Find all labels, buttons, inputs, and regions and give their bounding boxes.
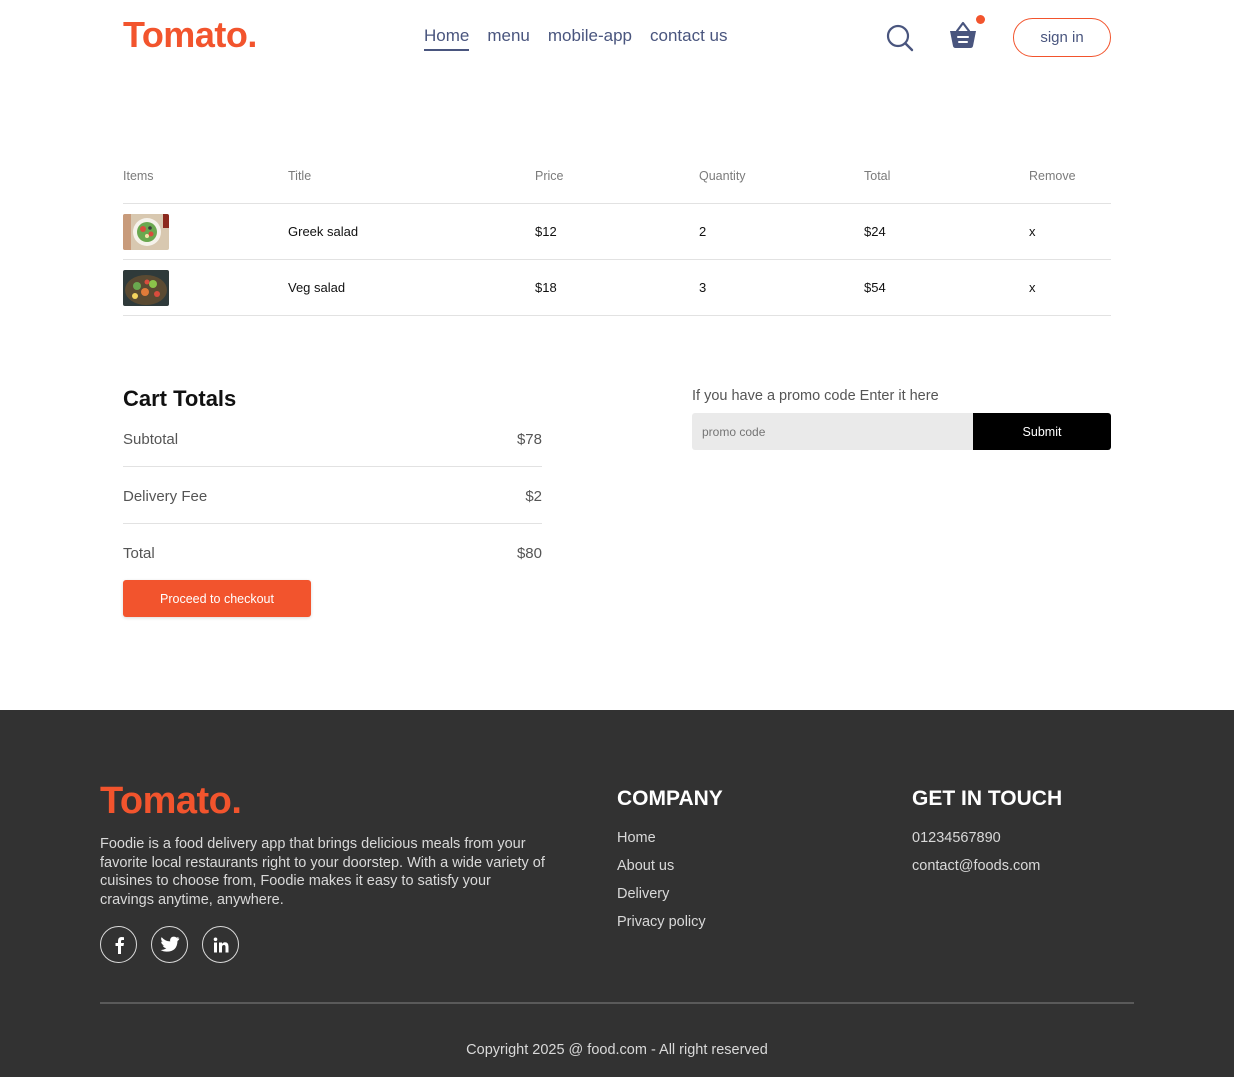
remove-item-button[interactable]: x	[1029, 280, 1111, 295]
nav-item-mobile-app[interactable]: mobile-app	[548, 26, 632, 51]
delivery-fee-row: Delivery Fee $2	[123, 481, 542, 511]
table-row: Greek salad $12 2 $24 x	[123, 204, 1111, 259]
cart-totals: Cart Totals Subtotal $78 Delivery Fee $2…	[123, 386, 542, 617]
promo-label: If you have a promo code Enter it here	[692, 388, 939, 404]
nav-menu: Home menu mobile-app contact us	[424, 26, 728, 51]
basket-icon[interactable]	[948, 20, 978, 50]
facebook-icon[interactable]	[100, 926, 137, 963]
footer-divider	[100, 1002, 1134, 1004]
contact-phone: 01234567890	[912, 830, 1001, 846]
proceed-to-checkout-button[interactable]: Proceed to checkout	[123, 580, 311, 617]
veg-salad-image	[123, 269, 169, 306]
header-price: Price	[535, 168, 564, 183]
promo-box: Submit	[692, 413, 1111, 450]
item-quantity: 2	[699, 224, 707, 239]
divider	[123, 466, 542, 467]
item-total: $54	[864, 280, 886, 295]
cart-table: Items Title Price Quantity Total Remove …	[123, 148, 1111, 316]
footer-link-about-us[interactable]: About us	[617, 858, 706, 886]
total-row: Total $80	[123, 538, 542, 568]
greek-salad-image	[123, 213, 169, 250]
promo-submit-button[interactable]: Submit	[973, 413, 1111, 450]
item-title: Veg salad	[288, 280, 346, 295]
divider	[123, 315, 1111, 316]
logo[interactable]: Tomato.	[123, 14, 257, 56]
twitter-icon[interactable]	[151, 926, 188, 963]
item-price: $18	[535, 280, 557, 295]
header-items: Items	[123, 168, 154, 183]
delivery-fee-label: Delivery Fee	[123, 487, 208, 505]
header-remove: Remove	[1029, 168, 1076, 183]
sign-in-button[interactable]: sign in	[1013, 18, 1111, 57]
nav-item-home[interactable]: Home	[424, 26, 470, 51]
total-label: Total	[123, 544, 155, 562]
cart-table-header: Items Title Price Quantity Total Remove	[123, 148, 1111, 203]
promo-code-input[interactable]	[692, 413, 973, 450]
company-title: COMPANY	[617, 787, 723, 810]
promo-code-section: If you have a promo code Enter it here S…	[692, 388, 1111, 450]
footer-description: Foodie is a food delivery app that bring…	[100, 836, 545, 908]
contact-list: 01234567890 contact@foods.com	[912, 830, 1040, 886]
footer-logo: Tomato.	[100, 780, 242, 822]
subtotal-value: $78	[516, 430, 542, 448]
subtotal-row: Subtotal $78	[123, 424, 542, 454]
social-links	[100, 926, 239, 963]
divider	[123, 523, 542, 524]
remove-item-button[interactable]: x	[1029, 224, 1111, 239]
footer-link-home[interactable]: Home	[617, 830, 706, 858]
cart-totals-heading: Cart Totals	[123, 386, 237, 411]
basket-dot	[976, 15, 985, 24]
item-price: $12	[535, 224, 557, 239]
copyright: Copyright 2025 @ food.com - All right re…	[466, 1042, 768, 1058]
delivery-fee-value: $2	[525, 487, 542, 505]
footer-link-privacy-policy[interactable]: Privacy policy	[617, 914, 706, 942]
header-total: Total	[864, 168, 891, 183]
item-title: Greek salad	[288, 224, 359, 239]
item-quantity: 3	[699, 280, 707, 295]
navbar: Tomato. Home menu mobile-app contact us …	[0, 0, 1234, 76]
table-row: Veg salad $18 3 $54 x	[123, 260, 1111, 315]
contact-email[interactable]: contact@foods.com	[912, 858, 1040, 886]
nav-item-menu[interactable]: menu	[487, 26, 530, 51]
search-icon[interactable]	[886, 24, 914, 52]
subtotal-label: Subtotal	[123, 430, 179, 448]
company-links: Home About us Delivery Privacy policy	[617, 830, 706, 942]
get-in-touch-title: GET IN TOUCH	[912, 787, 1063, 810]
footer-link-delivery[interactable]: Delivery	[617, 886, 706, 914]
linkedin-icon[interactable]	[202, 926, 239, 963]
header-title: Title	[288, 168, 312, 183]
header-quantity: Quantity	[699, 168, 746, 183]
footer: Tomato. Foodie is a food delivery app th…	[0, 710, 1234, 1077]
nav-item-contact-us[interactable]: contact us	[650, 26, 728, 51]
total-value: $80	[516, 544, 542, 562]
item-total: $24	[864, 224, 886, 239]
